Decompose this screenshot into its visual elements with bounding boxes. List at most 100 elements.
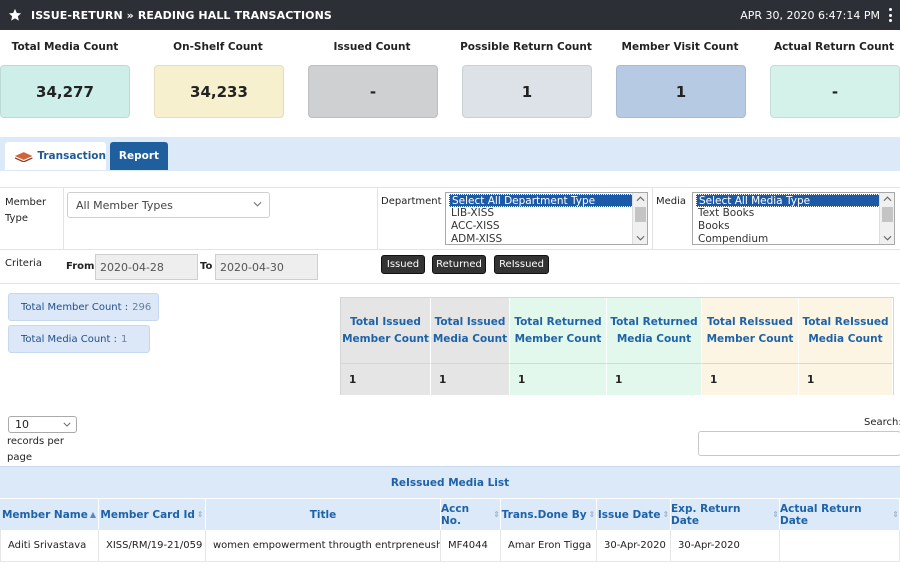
column-header-exp-return-date[interactable]: Exp. Return Date ⇕ (671, 498, 780, 530)
scroll-down-icon[interactable] (636, 235, 645, 241)
media-option[interactable]: Compendium (693, 233, 894, 244)
summary-header: Total Returned Media Count (607, 298, 702, 363)
table-cell-title: women empowerment througth entrpreneushi… (206, 530, 441, 562)
department-option[interactable]: Select All Department Type (449, 194, 644, 207)
column-header-member-name[interactable]: Member Name ▲ (0, 498, 99, 530)
total-media-count-label: Total Media Count : (21, 333, 117, 345)
summary-value: 1 (510, 363, 607, 395)
column-header-label: Trans.Done By (501, 508, 587, 521)
table-cell-issue-date: 30-Apr-2020 (597, 530, 671, 562)
column-header-label: Accn No. (441, 502, 470, 527)
star-icon[interactable] (8, 8, 22, 22)
media-label: Media (656, 196, 687, 207)
media-scrollbar[interactable] (879, 193, 894, 244)
table-cell-actual-return-date (780, 530, 900, 562)
member-type-label: Member Type (5, 197, 47, 224)
records-per-page-label: records per page (7, 436, 64, 463)
summary-table: Total Issued Member Count Total Issued M… (340, 297, 894, 395)
criteria-label: Criteria (5, 258, 42, 269)
total-member-count: Total Member Count : 296 (8, 293, 159, 321)
records-per-page-value: 10 (15, 418, 29, 431)
table-cell-member-name: Aditi Srivastava (0, 530, 99, 562)
department-listbox[interactable]: Select All Department Type LIB-XISS ACC-… (445, 192, 648, 245)
department-label: Department (381, 196, 442, 207)
table-cell-exp-return-date: 30-Apr-2020 (671, 530, 780, 562)
scroll-up-icon[interactable] (636, 196, 645, 202)
member-type-value: All Member Types (76, 198, 173, 212)
column-header-label: Member Card Id (100, 508, 195, 521)
returned-button[interactable]: Returned (432, 255, 486, 274)
column-header-accn-no[interactable]: Accn No. ⇕ (441, 498, 501, 530)
issued-button[interactable]: Issued (381, 255, 425, 274)
chevron-down-icon (63, 422, 71, 427)
table-cell-accn-no: MF4044 (441, 530, 501, 562)
media-option[interactable]: Select All Media Type (696, 194, 891, 207)
department-option[interactable]: ACC-XISS (446, 220, 647, 233)
summary-value: 1 (341, 363, 431, 395)
page-title: ISSUE-RETURN » READING HALL TRANSACTIONS (31, 8, 332, 22)
column-header-member-card-id[interactable]: Member Card Id ⇕ (99, 498, 206, 530)
scroll-up-icon[interactable] (883, 196, 892, 202)
total-member-count-label: Total Member Count : (21, 301, 129, 313)
from-date-input[interactable]: 2020-04-28 (95, 254, 198, 280)
stat-value-total-media: 34,277 (0, 65, 130, 118)
tab-transaction[interactable]: Transaction (5, 142, 106, 170)
table-cell-trans-done-by: Amar Eron Tigga (501, 530, 597, 562)
media-option[interactable]: Books (693, 220, 894, 233)
current-datetime: APR 30, 2020 6:47:14 PM (740, 9, 880, 22)
sort-icon: ⇕ (588, 510, 596, 519)
reissued-list-title: ReIssued Media List (0, 466, 900, 498)
reissued-button[interactable]: ReIssued (494, 255, 549, 274)
book-icon (14, 152, 33, 162)
to-date-input[interactable]: 2020-04-30 (215, 254, 318, 280)
column-header-actual-return-date[interactable]: Actual Return Date ⇕ (780, 498, 900, 530)
sort-icon: ⇕ (493, 510, 500, 519)
sort-icon: ⇕ (196, 510, 204, 519)
department-option[interactable]: LIB-XISS (446, 207, 647, 220)
column-header-label: Actual Return Date (780, 502, 862, 527)
filter-panel: Member Type All Member Types Department … (0, 187, 900, 284)
column-header-label: Issue Date (597, 508, 661, 521)
sort-asc-icon: ▲ (89, 510, 97, 519)
stat-label-on-shelf: On-Shelf Count (173, 41, 263, 53)
total-member-count-value: 296 (132, 301, 152, 313)
table-cell-member-card-id: XISS/RM/19-21/059 (99, 530, 206, 562)
summary-header: Total Returned Member Count (510, 298, 607, 363)
total-media-count-value: 1 (121, 333, 128, 345)
media-option[interactable]: Text Books (693, 207, 894, 220)
total-media-count: Total Media Count : 1 (8, 325, 150, 353)
stat-label-member-visit: Member Visit Count (621, 41, 739, 53)
stat-value-on-shelf: 34,233 (154, 65, 284, 118)
search-label: Search: (864, 417, 900, 428)
search-input[interactable] (698, 431, 900, 456)
stat-value-issued: - (308, 65, 438, 118)
column-header-trans-done-by[interactable]: Trans.Done By ⇕ (501, 498, 597, 530)
summary-header: Total ReIssued Member Count (702, 298, 799, 363)
from-label: From (66, 261, 95, 272)
column-header-label: Exp. Return Date (671, 502, 741, 527)
stat-label-possible-return: Possible Return Count (460, 41, 592, 53)
summary-header: Total Issued Member Count (341, 298, 431, 363)
sort-icon: ⇕ (662, 510, 670, 519)
member-type-select[interactable]: All Member Types (67, 192, 270, 218)
column-header-label: Member Name (1, 508, 88, 521)
top-bar: ISSUE-RETURN » READING HALL TRANSACTIONS… (0, 0, 900, 30)
records-per-page-select[interactable]: 10 (8, 416, 77, 433)
stat-value-member-visit: 1 (616, 65, 746, 118)
column-header-issue-date[interactable]: Issue Date ⇕ (597, 498, 671, 530)
kebab-menu-icon[interactable] (889, 8, 893, 22)
to-label: To (200, 261, 213, 272)
sort-icon: ⇕ (892, 510, 899, 519)
summary-value: 1 (702, 363, 799, 395)
summary-value: 1 (607, 363, 702, 395)
summary-value: 1 (431, 363, 510, 395)
tab-report[interactable]: Report (110, 142, 168, 170)
chevron-down-icon (253, 201, 262, 207)
stat-label-actual-return: Actual Return Count (773, 41, 895, 53)
scroll-down-icon[interactable] (883, 235, 892, 241)
department-option[interactable]: ADM-XISS (446, 233, 647, 244)
department-scrollbar[interactable] (632, 193, 647, 244)
stat-label-total-media: Total Media Count (11, 41, 119, 53)
media-listbox[interactable]: Select All Media Type Text Books Books C… (692, 192, 895, 245)
column-header-title[interactable]: Title (206, 498, 441, 530)
